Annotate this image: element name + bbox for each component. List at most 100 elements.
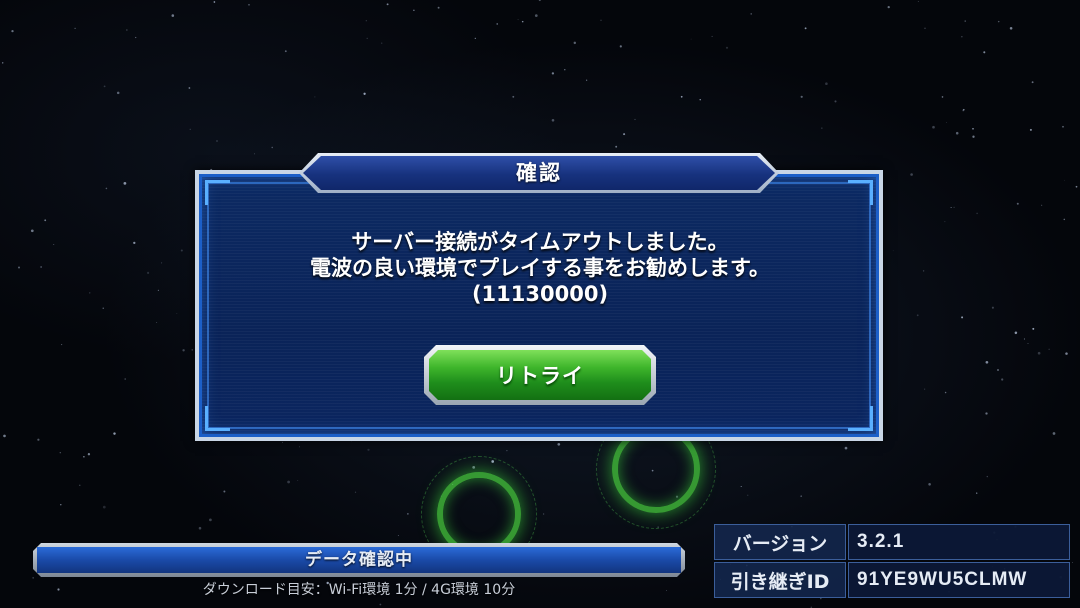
transfer-id-value: 91YE9WU5CLMW <box>848 562 1070 598</box>
star <box>983 51 986 54</box>
star <box>699 99 701 101</box>
star <box>171 14 175 17</box>
star <box>254 153 255 155</box>
star <box>126 29 128 31</box>
star <box>79 484 81 486</box>
star <box>379 603 382 606</box>
star <box>1027 342 1029 344</box>
star <box>367 448 370 451</box>
error-code: (11130000) <box>471 282 609 306</box>
star <box>102 307 104 309</box>
star <box>924 27 926 30</box>
star <box>282 441 283 443</box>
star <box>133 241 136 245</box>
message-line: サーバー接続がタイムアウトしました。 <box>351 230 729 254</box>
star <box>551 72 555 75</box>
star <box>366 37 368 40</box>
star <box>59 452 61 454</box>
star <box>1064 179 1065 181</box>
star <box>157 289 160 292</box>
star <box>1014 331 1018 335</box>
star <box>690 38 692 40</box>
star <box>1032 327 1035 330</box>
star <box>474 37 476 40</box>
star <box>18 266 20 269</box>
star <box>102 505 106 509</box>
star <box>928 483 931 486</box>
star <box>113 432 116 435</box>
star <box>615 145 618 148</box>
star <box>534 14 538 17</box>
star <box>746 494 749 497</box>
star <box>506 449 508 452</box>
star <box>1041 204 1043 206</box>
star <box>986 475 988 478</box>
star <box>997 369 999 371</box>
star <box>821 127 823 129</box>
star <box>1062 125 1064 128</box>
dialog-corner-accent <box>848 406 873 431</box>
star <box>60 504 62 506</box>
star <box>105 187 108 190</box>
star <box>972 128 974 130</box>
star <box>381 42 383 44</box>
star <box>135 36 137 39</box>
dialog-corner-accent <box>205 180 230 205</box>
star <box>725 46 729 49</box>
star <box>213 1 216 3</box>
star <box>1016 202 1019 205</box>
message-line: 電波の良い環境でプレイする事をお勧めします。 <box>310 256 770 280</box>
star <box>538 0 541 2</box>
download-estimate-note: ダウンロード目安：Wi-Fi環境 1分 / 4G環境 10分 <box>202 582 516 598</box>
dialog-corner-accent <box>848 180 873 205</box>
star <box>521 20 524 23</box>
star <box>3 434 6 438</box>
star <box>216 140 218 142</box>
star <box>804 27 807 30</box>
retry-button[interactable]: リトライ <box>424 345 656 405</box>
version-label: バージョン <box>714 524 846 560</box>
star <box>271 146 273 149</box>
star <box>1029 128 1032 131</box>
star <box>103 85 106 88</box>
star <box>437 6 440 9</box>
star <box>116 91 120 95</box>
star <box>946 122 947 123</box>
star <box>124 378 126 380</box>
star <box>83 456 85 458</box>
star <box>365 20 367 22</box>
star <box>834 100 837 103</box>
star <box>1052 432 1056 435</box>
star <box>363 92 366 95</box>
star <box>800 95 803 98</box>
transfer-id-label: 引き継ぎID <box>714 562 846 598</box>
star <box>542 513 545 515</box>
star <box>40 266 42 268</box>
star <box>299 446 300 448</box>
star <box>11 29 14 33</box>
account-info-panel: バージョン 3.2.1 引き継ぎID 91YE9WU5CLMW <box>714 524 1070 600</box>
star <box>551 119 555 122</box>
star <box>910 173 913 176</box>
star <box>1023 338 1025 340</box>
star <box>209 518 212 522</box>
star <box>800 495 802 497</box>
star <box>1072 562 1073 563</box>
star <box>932 125 935 129</box>
transfer-id-row: 引き継ぎID 91YE9WU5CLMW <box>714 562 1070 598</box>
star <box>87 453 91 456</box>
star <box>248 4 250 6</box>
star <box>961 36 963 38</box>
star <box>922 270 925 272</box>
version-value: 3.2.1 <box>848 524 1070 560</box>
star <box>191 349 193 351</box>
star <box>74 27 76 30</box>
star <box>1031 81 1034 84</box>
star <box>284 50 287 53</box>
star <box>964 20 966 22</box>
star <box>711 35 713 37</box>
star <box>955 131 959 135</box>
star <box>976 212 978 215</box>
star <box>924 388 926 390</box>
star <box>297 480 299 482</box>
